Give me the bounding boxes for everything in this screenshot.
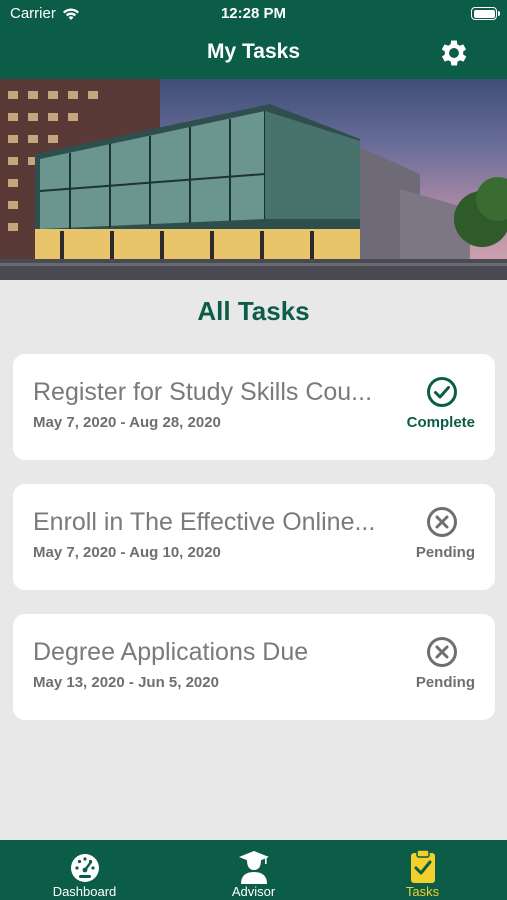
tab-label: Tasks <box>405 884 440 899</box>
status-time: 12:28 PM <box>220 5 287 22</box>
tab-advisor[interactable]: Advisor <box>169 840 338 900</box>
campus-building-illustration <box>0 79 507 280</box>
task-title: Enroll in The Effective Online... <box>33 508 376 536</box>
task-status-label: Pending <box>415 674 475 691</box>
check-circle-icon <box>427 377 457 407</box>
status-bar: Carrier 12:28 PM <box>0 0 507 28</box>
gear-icon[interactable] <box>437 36 471 70</box>
tab-dashboard[interactable]: Dashboard <box>0 840 169 900</box>
task-title: Degree Applications Due <box>33 638 309 666</box>
task-title: Register for Study Skills Cou... <box>33 378 373 406</box>
task-status-label: Complete <box>406 414 475 431</box>
graduate-icon <box>239 851 269 884</box>
x-circle-icon <box>427 507 457 537</box>
tab-label: Dashboard <box>52 884 117 899</box>
task-dates: May 7, 2020 - Aug 28, 2020 <box>33 414 221 431</box>
campus-hero-image <box>0 79 507 280</box>
tab-tasks[interactable]: Tasks <box>338 840 507 900</box>
tab-bar: Dashboard Advisor Tasks <box>0 840 507 900</box>
speedometer-icon <box>71 854 99 882</box>
nav-bar: My Tasks <box>0 28 507 79</box>
task-dates: May 7, 2020 - Aug 10, 2020 <box>33 544 221 561</box>
battery-icon <box>471 7 500 20</box>
task-status-label: Pending <box>415 544 475 561</box>
page-title: My Tasks <box>207 40 300 63</box>
clipboard-check-icon <box>411 849 435 883</box>
task-card[interactable]: Register for Study Skills Cou... May 7, … <box>13 354 495 460</box>
tab-label: Advisor <box>231 884 276 899</box>
task-dates: May 13, 2020 - Jun 5, 2020 <box>33 674 219 691</box>
task-card[interactable]: Enroll in The Effective Online... May 7,… <box>13 484 495 590</box>
task-card[interactable]: Degree Applications Due May 13, 2020 - J… <box>13 614 495 720</box>
section-title: All Tasks <box>197 296 310 326</box>
x-circle-icon <box>427 637 457 667</box>
